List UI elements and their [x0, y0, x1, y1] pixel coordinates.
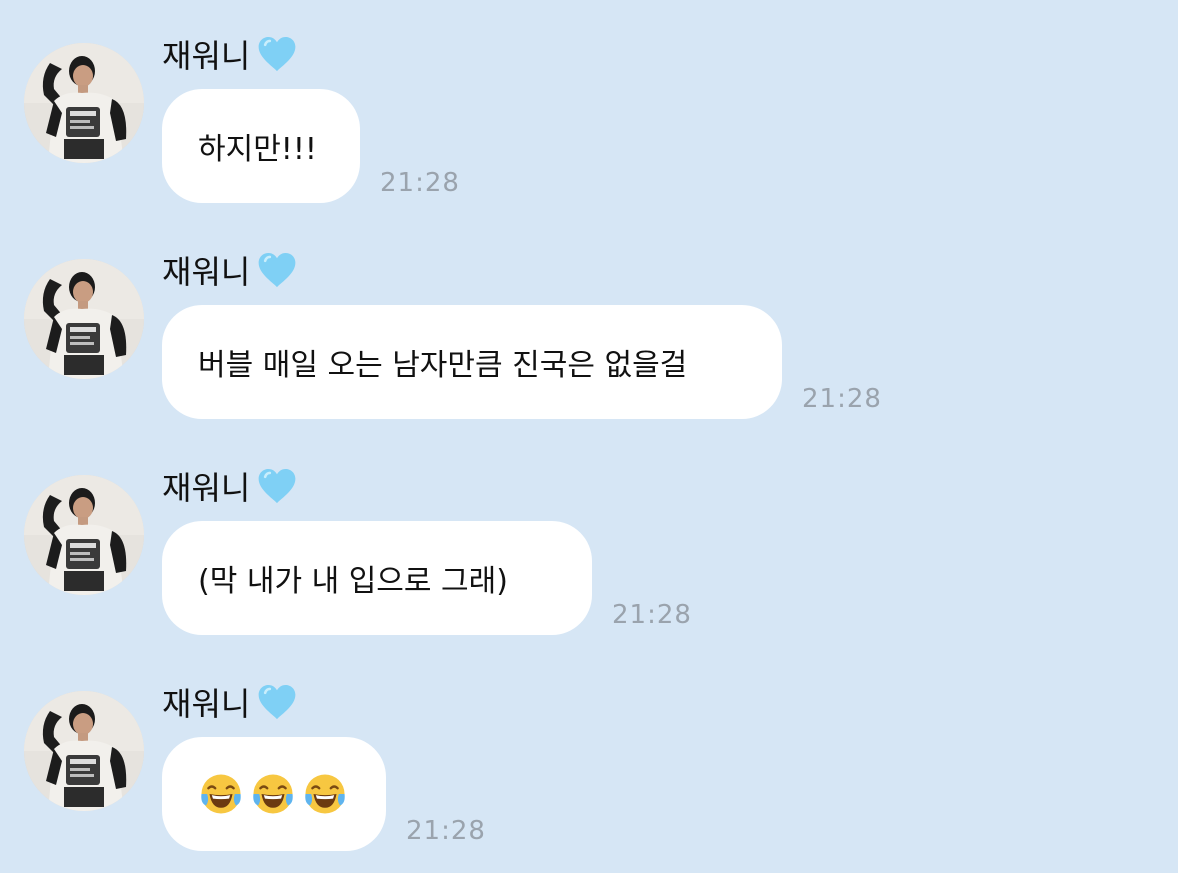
message-bubble[interactable] — [162, 737, 386, 851]
message-timestamp: 21:28 — [612, 600, 692, 630]
sender-name: 재워니 — [162, 685, 251, 723]
face-with-tears-of-joy-icon — [302, 771, 348, 817]
sender-name: 재워니 — [162, 469, 251, 507]
face-with-tears-of-joy-icon — [250, 771, 296, 817]
message-text: 하지만!!! — [198, 132, 317, 167]
face-with-tears-of-joy-icon — [198, 771, 244, 817]
light-blue-heart-icon — [256, 465, 298, 507]
chat-message: 재워니 21:28 — [0, 648, 1178, 851]
message-timestamp: 21:28 — [380, 168, 460, 198]
message-text: (막 내가 내 입으로 그래) — [198, 564, 508, 599]
light-blue-heart-icon — [256, 33, 298, 75]
chat-thread: 재워니 하지만!!! 21:28 재워니 버블 매일 오는 남자만큼 진국은 없… — [0, 0, 1178, 873]
message-text: 버블 매일 오는 남자만큼 진국은 없을걸 — [198, 348, 688, 383]
avatar[interactable] — [24, 43, 144, 163]
sender-name-row: 재워니 — [162, 248, 298, 292]
message-timestamp: 21:28 — [406, 816, 486, 846]
avatar[interactable] — [24, 259, 144, 379]
sender-name: 재워니 — [162, 37, 251, 75]
chat-message: 재워니 버블 매일 오는 남자만큼 진국은 없을걸 21:28 — [0, 216, 1178, 419]
chat-message: 재워니 하지만!!! 21:28 — [0, 0, 1178, 203]
chat-message: 재워니 (막 내가 내 입으로 그래) 21:28 — [0, 432, 1178, 635]
message-bubble[interactable]: (막 내가 내 입으로 그래) — [162, 521, 592, 635]
message-bubble[interactable]: 버블 매일 오는 남자만큼 진국은 없을걸 — [162, 305, 782, 419]
light-blue-heart-icon — [256, 681, 298, 723]
avatar[interactable] — [24, 475, 144, 595]
sender-name-row: 재워니 — [162, 464, 298, 508]
message-bubble[interactable]: 하지만!!! — [162, 89, 360, 203]
sender-name-row: 재워니 — [162, 680, 298, 724]
light-blue-heart-icon — [256, 249, 298, 291]
message-timestamp: 21:28 — [802, 384, 882, 414]
avatar[interactable] — [24, 691, 144, 811]
sender-name-row: 재워니 — [162, 32, 298, 76]
emoji-row — [198, 771, 348, 817]
sender-name: 재워니 — [162, 253, 251, 291]
